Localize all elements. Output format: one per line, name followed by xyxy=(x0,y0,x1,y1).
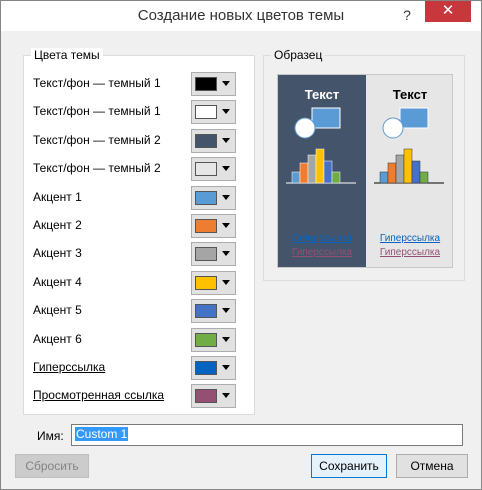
name-input[interactable]: Custom 1 xyxy=(71,424,463,446)
chevron-down-icon xyxy=(222,223,230,228)
preview-light-visited-link: Гиперссылка xyxy=(379,247,441,258)
chevron-down-icon xyxy=(222,194,230,200)
color-picker-button[interactable] xyxy=(191,270,236,295)
reset-button[interactable]: Сбросить xyxy=(15,454,89,478)
theme-color-row: Гиперссылка xyxy=(33,356,243,380)
theme-color-label: Текст/фон — темный 2 xyxy=(33,132,161,147)
chevron-down-icon xyxy=(222,81,230,86)
color-picker-button[interactable] xyxy=(191,299,236,324)
cancel-button[interactable]: Отмена xyxy=(396,454,468,478)
color-picker-button[interactable] xyxy=(191,242,236,267)
color-picker-button[interactable] xyxy=(191,157,236,182)
color-swatch xyxy=(195,389,217,404)
chevron-down-icon xyxy=(222,365,230,370)
color-swatch xyxy=(195,219,217,233)
chevron-down-icon xyxy=(222,251,230,257)
preview-dark-graphic xyxy=(286,107,356,184)
color-swatch xyxy=(195,275,217,290)
theme-color-label: Просмотренная ссылка xyxy=(33,388,165,403)
theme-color-label: Акцент 6 xyxy=(33,331,82,346)
preview-dark-hyperlink: Гиперссылка xyxy=(291,233,353,244)
chevron-down-icon xyxy=(222,393,230,399)
preview-light-hyperlink: Гиперссылка xyxy=(379,233,441,244)
preview-light-graphic xyxy=(374,107,444,184)
theme-color-row: Текст/фон — темный 2 xyxy=(33,128,243,153)
color-picker-button[interactable] xyxy=(191,128,236,153)
theme-colors-legend: Цвета темы xyxy=(31,48,103,62)
theme-color-row: Акцент 4 xyxy=(33,270,243,295)
theme-color-label: Акцент 4 xyxy=(33,274,82,289)
preview-dark-panel: Текст Гиперссылка Гиперссылка xyxy=(278,75,366,267)
name-label: Имя: xyxy=(37,429,64,443)
theme-color-row: Текст/фон — темный 2 xyxy=(33,157,243,182)
dialog-window: Создание новых цветов темы ? ✕ Цвета тем… xyxy=(0,0,482,490)
color-swatch xyxy=(195,361,217,375)
chevron-down-icon xyxy=(222,109,230,115)
color-picker-button[interactable] xyxy=(191,356,236,380)
save-button[interactable]: Сохранить xyxy=(311,454,387,478)
title-bar: Создание новых цветов темы ? ✕ xyxy=(1,1,481,31)
dialog-client: Цвета темы Образец Текст/фон — темный 1 Т… xyxy=(9,31,475,483)
theme-color-label: Текст/фон — темный 1 xyxy=(33,104,161,119)
theme-color-row: Акцент 1 xyxy=(33,185,243,210)
theme-color-row: Просмотренная ссылка xyxy=(33,384,243,409)
color-swatch xyxy=(195,332,217,347)
theme-color-row: Текст/фон — темный 1 xyxy=(33,72,243,96)
color-swatch xyxy=(195,162,217,177)
color-picker-button[interactable] xyxy=(191,100,236,125)
chevron-down-icon xyxy=(222,308,230,314)
theme-color-row: Акцент 5 xyxy=(33,299,243,324)
color-swatch xyxy=(195,77,217,91)
theme-color-label: Акцент 1 xyxy=(33,189,82,204)
chevron-down-icon xyxy=(222,137,230,143)
color-swatch xyxy=(195,190,217,205)
color-swatch xyxy=(195,133,217,148)
color-swatch xyxy=(195,247,217,262)
theme-color-label: Акцент 2 xyxy=(33,218,82,232)
theme-color-row: Акцент 6 xyxy=(33,327,243,352)
color-swatch xyxy=(195,105,217,120)
chevron-down-icon xyxy=(222,279,230,285)
theme-color-row: Текст/фон — темный 1 xyxy=(33,100,243,125)
close-button[interactable]: ✕ xyxy=(425,1,471,22)
name-input-value: Custom 1 xyxy=(75,427,129,441)
chevron-down-icon xyxy=(222,336,230,342)
theme-color-label: Акцент 5 xyxy=(33,303,82,318)
preview-light-panel: Текст Гиперссылка Гиперссылка xyxy=(366,75,452,267)
preview-dark-visited-link: Гиперссылка xyxy=(291,247,353,258)
theme-color-label: Текст/фон — темный 1 xyxy=(33,76,161,90)
theme-color-label: Текст/фон — темный 2 xyxy=(33,161,161,176)
chevron-down-icon xyxy=(222,166,230,172)
color-picker-button[interactable] xyxy=(191,384,236,409)
theme-color-row: Акцент 2 xyxy=(33,214,243,238)
color-picker-button[interactable] xyxy=(191,327,236,352)
sample-preview: Текст Гиперссылка Гиперссылка Текст Гипе… xyxy=(277,74,453,268)
color-picker-button[interactable] xyxy=(191,214,236,238)
color-swatch xyxy=(195,304,217,319)
help-button[interactable]: ? xyxy=(394,5,420,25)
theme-color-label: Гиперссылка xyxy=(33,360,106,374)
sample-legend: Образец xyxy=(271,48,326,62)
color-picker-button[interactable] xyxy=(191,72,236,96)
theme-color-label: Акцент 3 xyxy=(33,246,82,261)
color-picker-button[interactable] xyxy=(191,185,236,210)
theme-color-row: Акцент 3 xyxy=(33,242,243,267)
